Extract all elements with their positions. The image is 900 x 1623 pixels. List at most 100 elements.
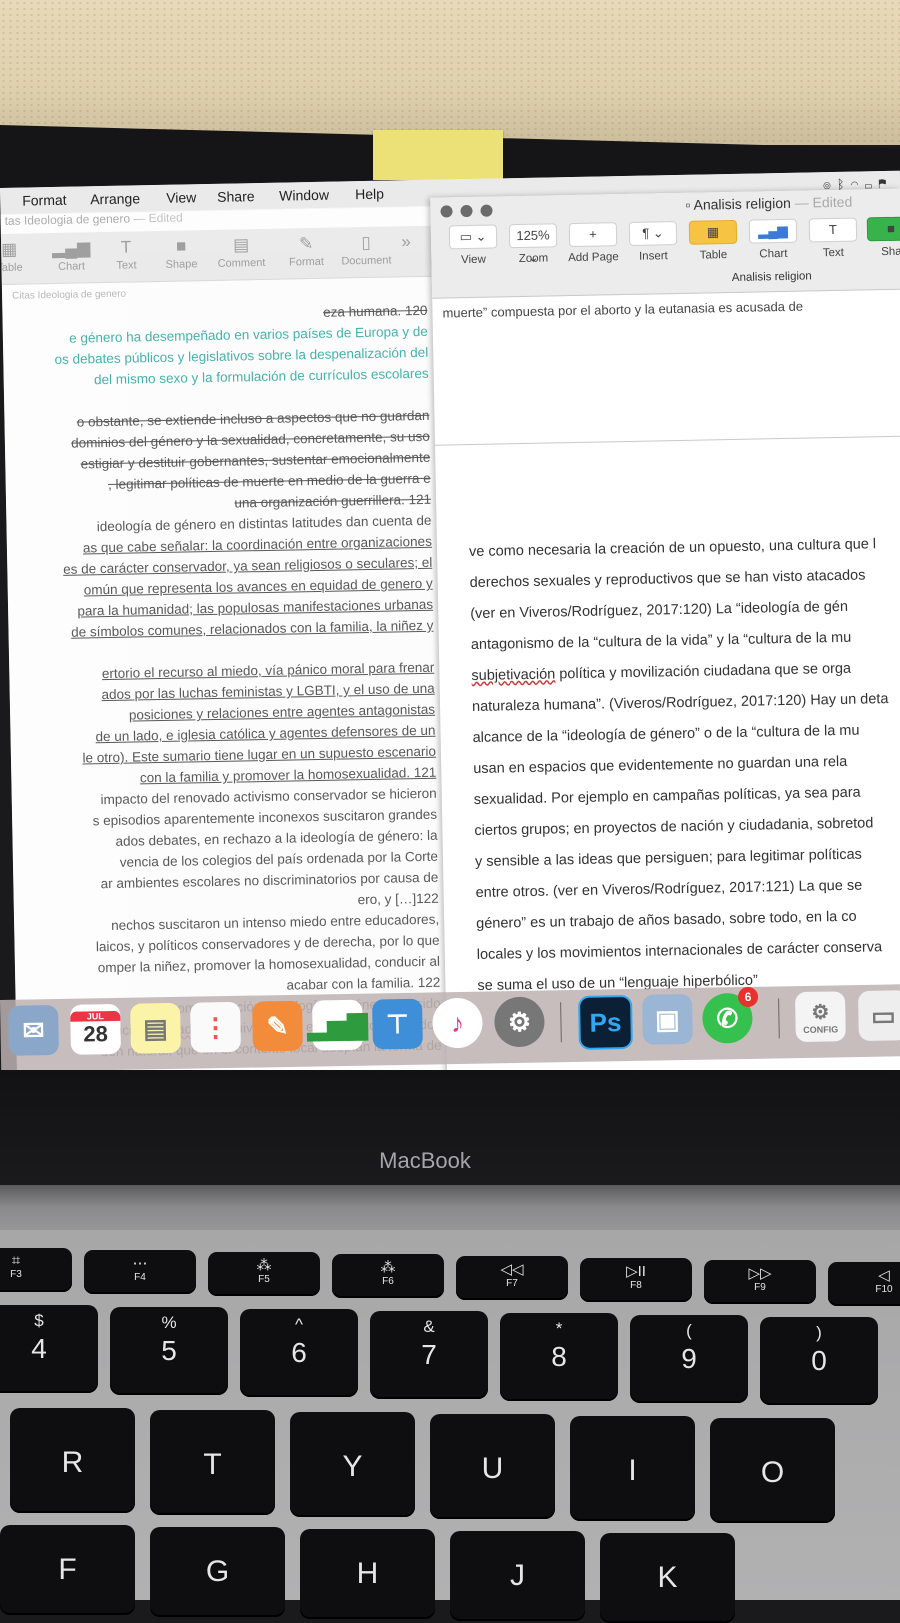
zoom-icon[interactable]: [480, 204, 493, 217]
key-7[interactable]: & 7: [370, 1311, 488, 1399]
key-g[interactable]: G: [150, 1527, 285, 1617]
config-file-icon[interactable]: ⚙ CONFIG: [794, 991, 846, 1043]
mail-app-icon[interactable]: ✉: [8, 1004, 59, 1056]
insert-icon: ¶ ⌄: [628, 221, 678, 246]
right-view-button[interactable]: ▭ ⌄ View: [443, 224, 504, 266]
function-key-glyph: ⁂: [256, 1257, 272, 1274]
spellcheck-underline: subjetivación: [471, 666, 556, 685]
toolbar-label: Chart: [759, 247, 788, 261]
right-document-body[interactable]: ve como necesaria la creación de un opue…: [469, 529, 900, 1002]
key-6[interactable]: ^ 6: [240, 1309, 358, 1397]
key-f4[interactable]: ⋯ F4: [84, 1250, 196, 1294]
left-chart-button[interactable]: ▂▄▆ Chart: [41, 236, 102, 273]
calendar-app-icon[interactable]: JUL 28: [70, 1003, 121, 1055]
key-digit: 5: [161, 1335, 177, 1366]
right-insert-button[interactable]: ¶ ⌄ Insert: [623, 221, 684, 263]
numbers-app-icon[interactable]: ▂▅▇: [307, 999, 368, 1051]
close-icon[interactable]: [440, 205, 453, 218]
left-format-button[interactable]: ✎ Format: [276, 232, 337, 269]
laptop-screen: Format Arrange View Share Window Help ◎ᛒ…: [0, 170, 900, 1093]
right-sha-button[interactable]: ■ Sha: [861, 216, 900, 258]
notification-badge: 6: [737, 986, 759, 1008]
key-o[interactable]: O: [710, 1418, 835, 1523]
key-f5[interactable]: ⁂ F5: [208, 1252, 320, 1296]
menu-help[interactable]: Help: [355, 186, 384, 203]
key-u[interactable]: U: [430, 1414, 555, 1519]
menu-arrange[interactable]: Arrange: [90, 190, 140, 207]
left-toolbar: ▦ Table ▂▄▆ Chart T Text ■ Shape ▤ Comment ✎ F…: [0, 225, 432, 285]
chart-icon: ▂▄▆: [748, 218, 798, 244]
function-key-label: F6: [382, 1276, 394, 1287]
menu-format[interactable]: Format: [22, 192, 67, 209]
function-key-glyph: ◁: [878, 1267, 890, 1284]
key-shift-symbol: (: [686, 1321, 692, 1340]
key-k[interactable]: K: [600, 1533, 735, 1623]
left-table-button[interactable]: ▦ Table: [0, 237, 40, 274]
keynote-app-icon[interactable]: ⊤: [372, 998, 423, 1050]
key-digit: 7: [421, 1339, 437, 1370]
right-doc-subtitle: Analisis religion: [731, 270, 812, 284]
key-f6[interactable]: ⁂ F6: [332, 1254, 444, 1298]
key-9[interactable]: (9: [630, 1315, 748, 1403]
notes-app-icon[interactable]: ▤: [130, 1002, 181, 1054]
key-digit: 4: [31, 1333, 47, 1364]
key-r[interactable]: R: [10, 1408, 135, 1513]
view-icon: ▭ ⌄: [448, 224, 498, 250]
reminders-app-icon[interactable]: ⋮: [190, 1001, 241, 1053]
minimize-icon[interactable]: [460, 204, 473, 218]
key-f7[interactable]: ◁◁ F7: [456, 1256, 568, 1300]
right-window-title: ▫ Analisis religion — Edited: [685, 193, 853, 213]
preview-app-icon[interactable]: ▣: [642, 993, 693, 1045]
key-shift-symbol: ): [816, 1323, 822, 1342]
function-key-glyph: ⁂: [380, 1259, 396, 1276]
function-key-label: F10: [875, 1284, 893, 1295]
key-y[interactable]: Y: [290, 1412, 415, 1517]
key-4[interactable]: $4: [0, 1305, 98, 1393]
right-chart-button[interactable]: ▂▄▆ Chart: [743, 218, 804, 261]
shape-icon: ■: [175, 236, 187, 256]
key-i[interactable]: I: [570, 1416, 695, 1521]
key-digit: 9: [681, 1343, 697, 1374]
system-preferences-app-icon[interactable]: ⚙: [494, 996, 545, 1048]
table-icon: ▦: [0, 239, 18, 259]
photoshop-app-icon[interactable]: Ps: [578, 994, 633, 1050]
left-comment-button[interactable]: ▤ Comment: [211, 233, 272, 270]
key-shift-symbol: *: [555, 1319, 563, 1338]
key-h[interactable]: H: [300, 1529, 435, 1619]
key-t[interactable]: T: [150, 1410, 275, 1515]
left-text-button[interactable]: T Text: [96, 235, 157, 272]
right-zoom-button[interactable]: 125% ⌄ Zoom: [503, 223, 564, 265]
key-digit: 0: [811, 1345, 827, 1376]
overflow-chevron-icon[interactable]: »: [386, 230, 426, 255]
right-page-top-line: muerte” compuesta por el aborto y la eut…: [442, 298, 804, 321]
right-table-button[interactable]: ▦ Table: [683, 219, 744, 262]
left-doc-title: Citas Ideologia de genero: [11, 288, 127, 302]
key-f10[interactable]: ◁ F10: [828, 1262, 900, 1306]
folder-stack-icon[interactable]: ▭: [857, 990, 900, 1042]
key-digit: 8: [551, 1341, 567, 1372]
menu-window[interactable]: Window: [279, 187, 329, 204]
right-add-page-button[interactable]: + Add Page: [563, 222, 624, 264]
key-f8[interactable]: ▷II F8: [580, 1258, 692, 1302]
key-f3[interactable]: ⌗ F3: [0, 1248, 72, 1292]
function-key-glyph: ◁◁: [500, 1261, 524, 1278]
key-0[interactable]: ) 0: [760, 1317, 878, 1405]
toolbar-label: Text: [822, 246, 845, 260]
key-f[interactable]: F: [0, 1525, 135, 1615]
pages-app-icon[interactable]: ✎: [252, 1000, 303, 1052]
whatsapp-app-icon[interactable]: ✆ 6: [701, 986, 759, 1044]
right-text-button[interactable]: T Text: [803, 217, 864, 259]
key-5[interactable]: % 5: [110, 1307, 228, 1395]
left-shape-button[interactable]: ■ Shape: [151, 234, 212, 271]
left-document-body[interactable]: eza humana. 120 e género ha desempeñado e…: [2, 300, 442, 1093]
right-window-header: ▫ Analisis religion — Edited ▭ ⌄ View 125%…: [430, 188, 900, 299]
key-j[interactable]: J: [450, 1531, 585, 1621]
itunes-app-icon[interactable]: ♪: [432, 997, 483, 1049]
menu-view[interactable]: View: [166, 189, 196, 206]
key-8[interactable]: * 8: [500, 1313, 618, 1401]
key-f9[interactable]: ▷▷ F9: [704, 1260, 816, 1304]
function-key-label: F3: [10, 1269, 22, 1280]
macbook-logo: MacBook: [379, 1148, 471, 1173]
comment-icon: ▤: [232, 235, 250, 255]
menu-share[interactable]: Share: [217, 188, 255, 205]
